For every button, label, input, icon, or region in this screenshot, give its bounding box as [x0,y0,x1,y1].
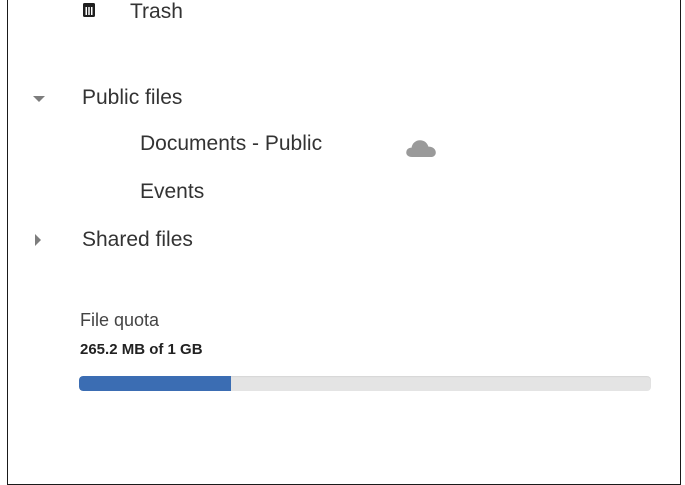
sidebar-item-label: Events [140,180,205,203]
file-sidebar: Trash Public files Documents - Public Ev… [7,0,681,485]
sidebar-group-label: Public files [82,86,183,109]
caret-down-icon[interactable] [33,96,45,102]
sidebar-item-trash[interactable]: Trash [8,0,680,30]
quota-progress-bar [79,376,651,391]
sidebar-item-events[interactable]: Events [8,174,680,210]
quota-usage-text: 265.2 MB of 1 GB [80,341,203,358]
cloud-icon [406,140,436,157]
sidebar-item-label: Trash [130,0,183,23]
sidebar-group-label: Shared files [82,228,193,251]
sidebar-item-label: Documents - Public [140,132,323,155]
quota-progress-fill [79,376,231,391]
caret-right-icon[interactable] [35,234,41,246]
sidebar-item-documents-public[interactable]: Documents - Public [8,126,680,162]
trash-icon [83,3,95,17]
sidebar-group-shared-files[interactable]: Shared files [8,222,680,258]
sidebar-group-public-files[interactable]: Public files [8,80,680,116]
quota-title: File quota [80,310,160,330]
